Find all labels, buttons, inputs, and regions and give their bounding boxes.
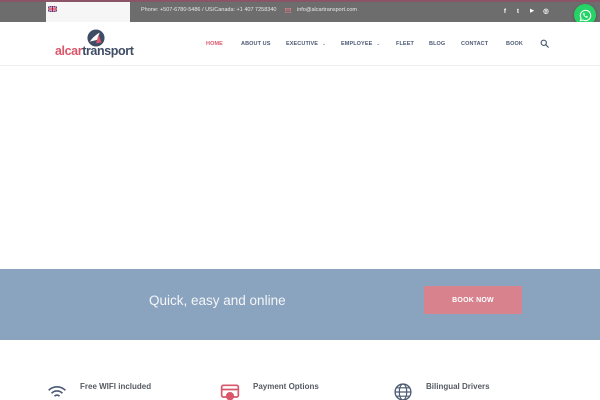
search-icon[interactable] xyxy=(540,39,549,48)
logo-text-alcar: alcar xyxy=(55,44,83,58)
phone-number: Phone: +507-6780-5486 / US/Canada: +1 40… xyxy=(141,7,277,13)
globe-icon xyxy=(394,383,412,400)
nav-fleet[interactable]: FLEET xyxy=(396,41,414,47)
facebook-icon[interactable]: f xyxy=(501,7,509,15)
youtube-icon[interactable]: ▶ xyxy=(528,7,536,15)
feature-title: Payment Options xyxy=(253,382,319,391)
credit-card-icon xyxy=(220,384,240,400)
twitter-icon[interactable]: t xyxy=(514,7,522,15)
nav-employee[interactable]: EMPLOYEE ⌄ xyxy=(341,41,380,47)
email-link[interactable]: info@alcartransport.com xyxy=(297,7,357,13)
chevron-down-icon: ⌄ xyxy=(376,41,381,46)
nav-book[interactable]: BOOK xyxy=(506,41,523,47)
wifi-icon xyxy=(48,386,66,397)
site-logo[interactable]: alcartransport xyxy=(55,29,140,59)
site-header: alcartransport HOME ABOUT US EXECUTIVE ⌄ … xyxy=(0,22,600,66)
nav-employee-label: EMPLOYEE xyxy=(341,41,373,47)
nav-blog[interactable]: BLOG xyxy=(429,41,445,47)
uk-flag-icon xyxy=(48,6,57,12)
language-selector[interactable] xyxy=(46,2,130,23)
feature-title: Free WIFI included xyxy=(80,382,152,391)
whatsapp-icon xyxy=(579,9,591,21)
book-now-button[interactable]: BOOK NOW xyxy=(424,286,522,314)
nav-executive-label: EXECUTIVE xyxy=(286,41,319,47)
nav-home[interactable]: HOME xyxy=(206,41,223,47)
nav-executive[interactable]: EXECUTIVE ⌄ xyxy=(286,41,326,47)
nav-contact[interactable]: CONTACT xyxy=(461,41,488,47)
logo-text-transport: transport xyxy=(82,44,134,58)
envelope-icon xyxy=(285,8,291,13)
logo-wordmark: alcartransport xyxy=(55,44,134,58)
hero-area xyxy=(0,66,600,269)
feature-title: Bilingual Drivers xyxy=(426,382,490,391)
chevron-down-icon: ⌄ xyxy=(322,41,326,46)
cta-heading: Quick, easy and online xyxy=(149,293,286,308)
booking-cta-band: Quick, easy and online BOOK NOW xyxy=(0,269,600,340)
nav-about-us[interactable]: ABOUT US xyxy=(241,41,271,47)
instagram-icon[interactable]: ◎ xyxy=(542,7,550,15)
top-bar: Phone: +507-6780-5486 / US/Canada: +1 40… xyxy=(0,0,600,23)
